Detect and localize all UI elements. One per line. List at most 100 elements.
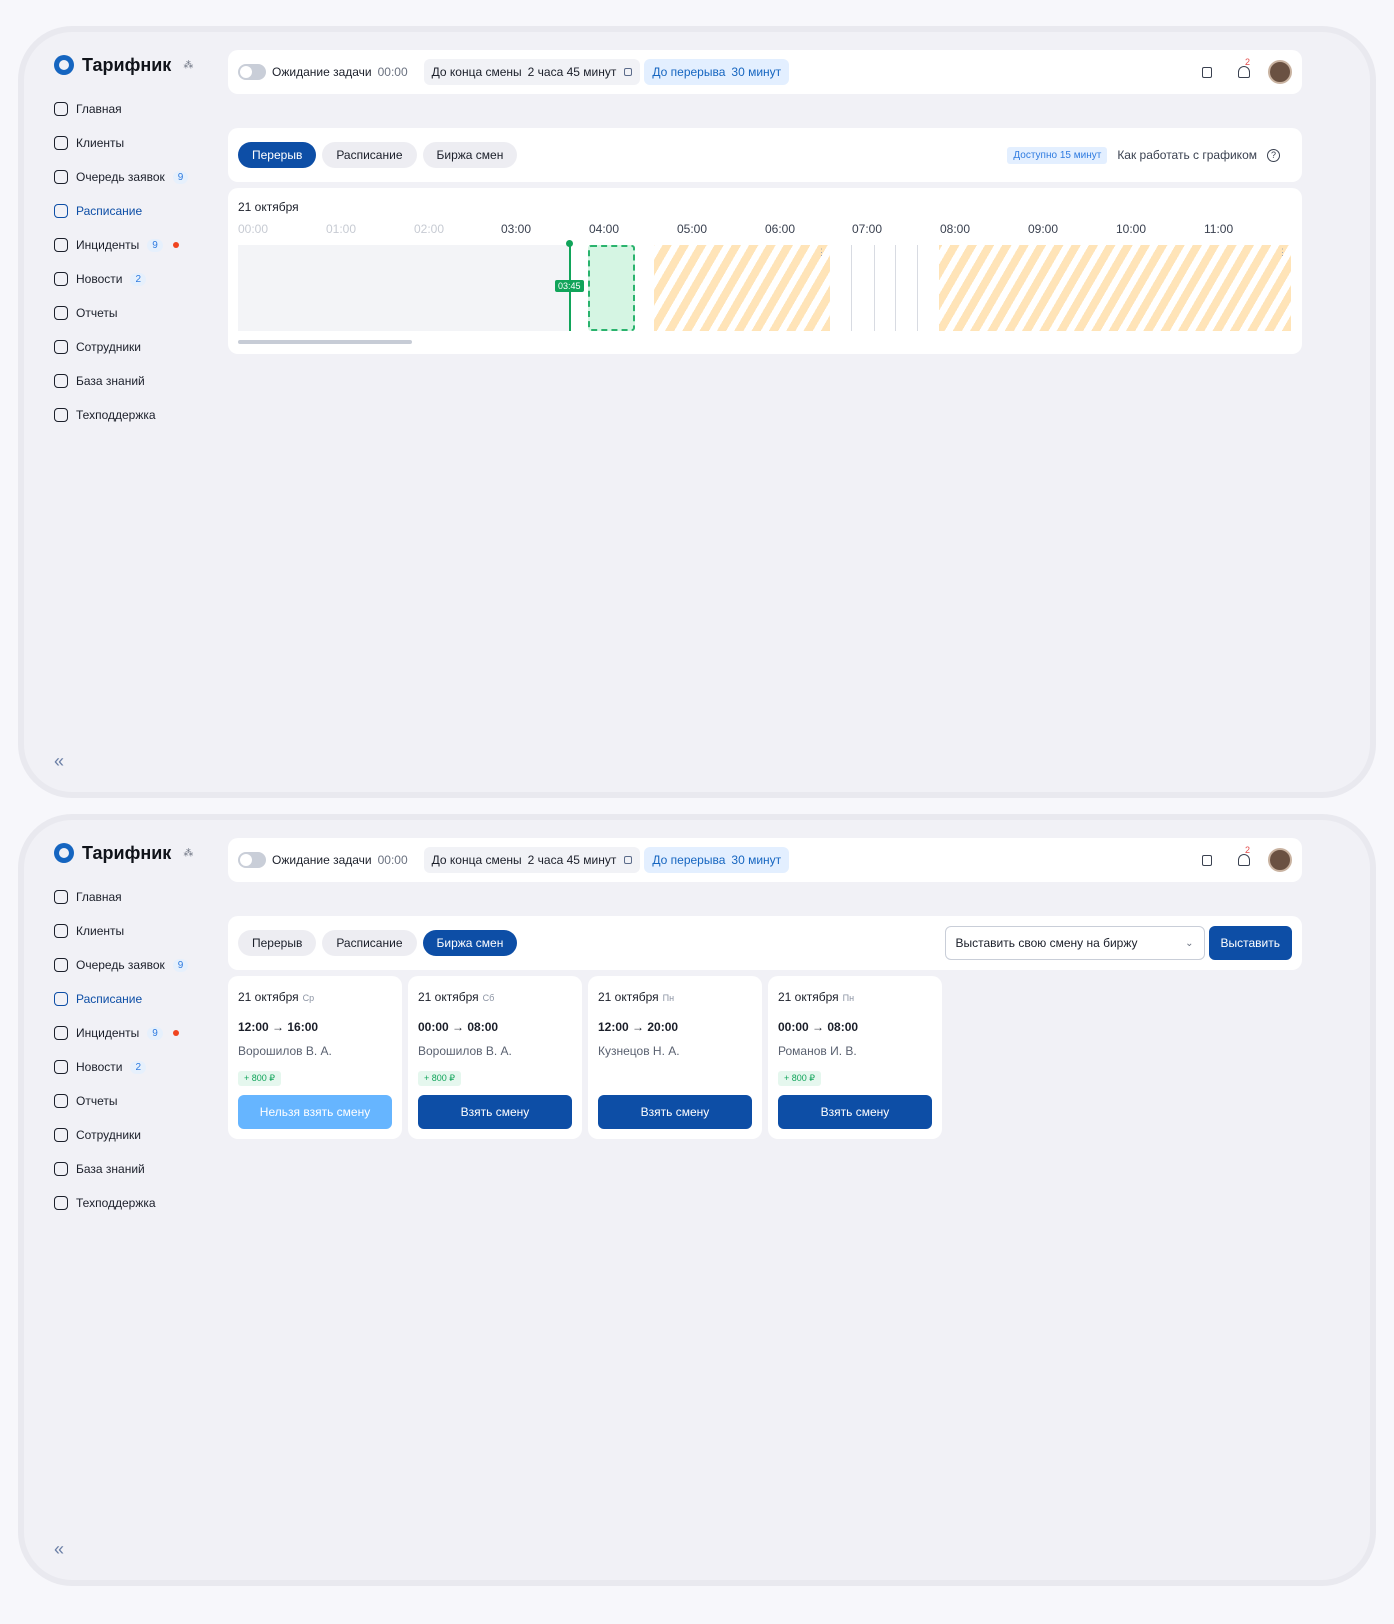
shift-date: 21 октября xyxy=(598,990,659,1004)
reports-icon xyxy=(54,306,68,320)
knowledge-icon xyxy=(54,374,68,388)
sidebar-item-news[interactable]: Новости 2 xyxy=(54,1050,216,1084)
shift-time: 12:00 → 16:00 xyxy=(238,1020,319,1034)
app-name: Тарифник xyxy=(82,54,172,75)
home-icon xyxy=(54,102,68,116)
shift-card: 21 октября Пн 00:00 → 08:00 Романов И. В.… xyxy=(768,976,942,1139)
shift-card: 21 октября Ср 12:00 → 16:00 Ворошилов В. … xyxy=(228,976,402,1139)
app-window-break: Тарифник ⁂ Главная Клиенты Очередь заяво… xyxy=(18,26,1376,798)
break-timer-pill: До перерыва 30 минут xyxy=(644,847,790,873)
bell-icon[interactable]: 2 xyxy=(1238,845,1250,866)
timeline-scrollbar[interactable] xyxy=(238,340,412,344)
collapse-sidebar-icon[interactable]: « xyxy=(54,1539,64,1560)
logout-icon[interactable] xyxy=(624,856,633,864)
topbar: Ожидание задачи 00:00 До конца смены 2 ч… xyxy=(228,50,1302,94)
sidebar-item-knowledge[interactable]: База знаний xyxy=(54,364,216,398)
clients-icon xyxy=(54,136,68,150)
take-shift-button[interactable]: Взять смену xyxy=(418,1095,572,1129)
incidents-icon xyxy=(54,1026,68,1040)
employees-icon xyxy=(54,340,68,354)
tab-schedule[interactable]: Расписание xyxy=(322,142,417,168)
hour-label: 08:00 xyxy=(940,222,971,236)
tab-shift-exchange[interactable]: Биржа смен xyxy=(422,142,518,168)
task-wait-toggle[interactable] xyxy=(238,852,266,868)
bell-icon[interactable]: 2 xyxy=(1238,57,1250,78)
topbar: Ожидание задачи 00:00 До конца смены 2 ч… xyxy=(228,838,1302,882)
sidebar-item-incidents[interactable]: Инциденты 9 xyxy=(54,228,216,262)
lock-icon[interactable] xyxy=(1202,66,1212,78)
brand[interactable]: Тарифник ⁂ xyxy=(54,838,216,868)
news-icon xyxy=(54,272,68,286)
take-shift-button[interactable]: Взять смену xyxy=(778,1095,932,1129)
sidebar-item-reports[interactable]: Отчеты xyxy=(54,296,216,330)
sidebar-item-employees[interactable]: Сотрудники xyxy=(54,330,216,364)
tab-break[interactable]: Перерыв xyxy=(238,142,317,168)
sidebar-item-schedule[interactable]: Расписание xyxy=(54,982,216,1016)
shift-end-pill: До конца смены 2 часа 45 минут xyxy=(423,847,641,873)
shift-date: 21 октября xyxy=(238,990,299,1004)
break-timer-pill: До перерыва 30 минут xyxy=(644,59,790,85)
task-wait-time: 00:00 xyxy=(377,853,408,867)
unavailable-slot[interactable]: ⋮ xyxy=(654,245,830,331)
hour-label: 01:00 xyxy=(326,222,357,236)
sidebar-item-reports[interactable]: Отчеты xyxy=(54,1084,216,1118)
shift-weekday: Пн xyxy=(662,993,675,1003)
current-time-marker xyxy=(566,240,573,247)
sidebar-item-support[interactable]: Техподдержка xyxy=(54,398,216,432)
tab-shift-exchange[interactable]: Биржа смен xyxy=(422,930,518,956)
collapse-sidebar-icon[interactable]: « xyxy=(54,751,64,772)
selected-break-slot[interactable] xyxy=(588,245,635,331)
shift-bonus: + 800 ₽ xyxy=(238,1071,281,1086)
post-shift-button[interactable]: Выставить xyxy=(1208,926,1292,960)
shift-weekday: Ср xyxy=(302,993,315,1003)
shift-bonus: + 800 ₽ xyxy=(418,1071,461,1086)
sidebar-item-incidents[interactable]: Инциденты 9 xyxy=(54,1016,216,1050)
take-shift-button[interactable]: Взять смену xyxy=(598,1095,752,1129)
tab-schedule[interactable]: Расписание xyxy=(322,930,417,956)
sidebar-item-home[interactable]: Главная xyxy=(54,92,216,126)
elapsed-time-block xyxy=(238,245,570,331)
support-icon xyxy=(54,1196,68,1210)
take-shift-button-disabled: Нельзя взять смену xyxy=(238,1095,392,1129)
task-wait-toggle[interactable] xyxy=(238,64,266,80)
notification-count: 2 xyxy=(1245,845,1251,855)
help-icon[interactable]: ? xyxy=(1267,148,1280,162)
support-icon xyxy=(54,408,68,422)
sidebar-item-clients[interactable]: Клиенты xyxy=(54,914,216,948)
lock-icon[interactable] xyxy=(1202,854,1212,866)
sidebar-item-knowledge[interactable]: База знаний xyxy=(54,1152,216,1186)
hour-label: 00:00 xyxy=(238,222,269,236)
sidebar-item-queue[interactable]: Очередь заявок 9 xyxy=(54,160,216,194)
avatar[interactable] xyxy=(1268,60,1292,84)
task-wait-label: Ожидание задачи xyxy=(272,65,372,79)
knowledge-icon xyxy=(54,1162,68,1176)
avatar[interactable] xyxy=(1268,848,1292,872)
howto-link[interactable]: Как работать с графиком xyxy=(1117,148,1257,162)
org-switch-icon[interactable]: ⁂ xyxy=(183,60,193,71)
shift-card: 21 октября Пн 12:00 → 20:00 Кузнецов Н. А… xyxy=(588,976,762,1139)
sidebar-item-support[interactable]: Техподдержка xyxy=(54,1186,216,1220)
sidebar-item-queue[interactable]: Очередь заявок 9 xyxy=(54,948,216,982)
sidebar-nav: Главная Клиенты Очередь заявок 9 Расписан… xyxy=(46,92,216,432)
home-icon xyxy=(54,890,68,904)
sidebar-item-employees[interactable]: Сотрудники xyxy=(54,1118,216,1152)
tab-break[interactable]: Перерыв xyxy=(238,930,317,956)
sidebar-item-news[interactable]: Новости 2 xyxy=(54,262,216,296)
incidents-count-badge: 9 xyxy=(147,1026,163,1040)
sidebar-item-clients[interactable]: Клиенты xyxy=(54,126,216,160)
post-shift-select[interactable]: Выставить свою смену на биржу ⌄ xyxy=(944,926,1205,960)
grid-line xyxy=(917,245,918,331)
slot-menu-icon[interactable]: ⋮ xyxy=(1278,247,1287,258)
org-switch-icon[interactable]: ⁂ xyxy=(183,848,193,859)
slot-menu-icon[interactable]: ⋮ xyxy=(817,247,826,258)
sidebar-item-home[interactable]: Главная xyxy=(54,880,216,914)
unavailable-slot[interactable]: ⋮ xyxy=(939,245,1291,331)
sidebar-nav: Главная Клиенты Очередь заявок 9 Расписан… xyxy=(46,880,216,1220)
task-wait-time: 00:00 xyxy=(377,65,408,79)
hour-label: 10:00 xyxy=(1116,222,1147,236)
logout-icon[interactable] xyxy=(624,68,633,76)
sidebar-item-schedule[interactable]: Расписание xyxy=(54,194,216,228)
tarifnik-logo-icon xyxy=(54,843,74,863)
brand[interactable]: Тарифник ⁂ xyxy=(54,50,216,80)
task-wait-label: Ожидание задачи xyxy=(272,853,372,867)
